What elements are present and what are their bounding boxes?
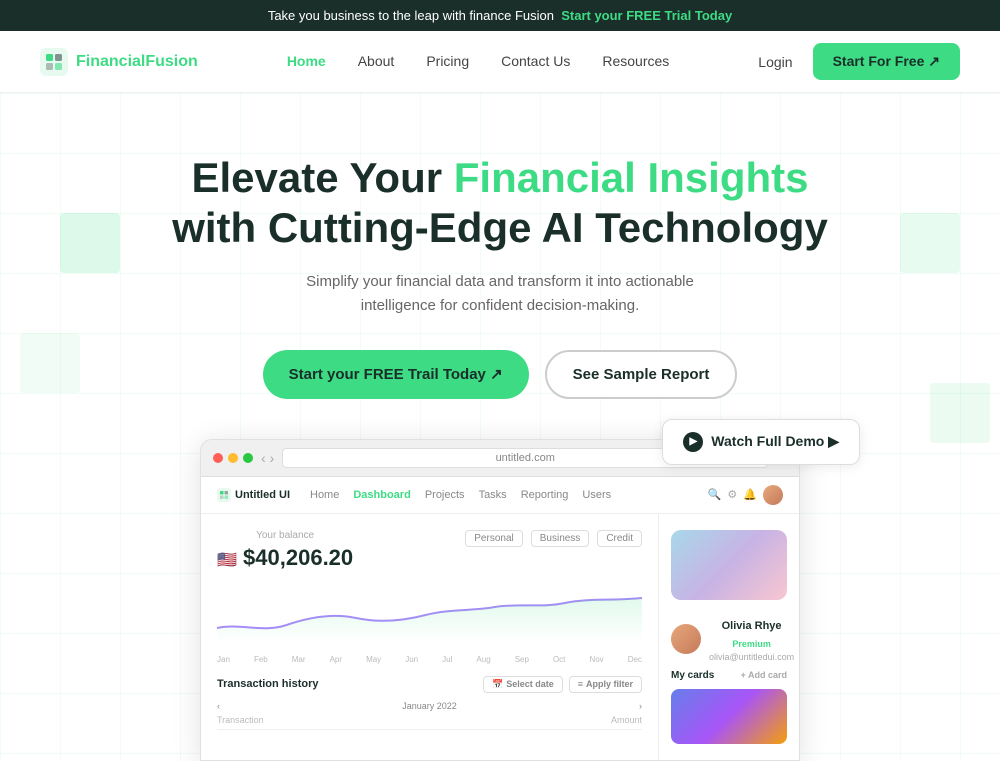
balance-amount: 🇺🇸 $40,206.20: [217, 545, 353, 571]
app-nav-dashboard[interactable]: Dashboard: [353, 489, 410, 501]
settings-icon[interactable]: ⚙: [727, 488, 737, 501]
my-cards-label: My cards: [671, 670, 714, 681]
balance-tabs: Personal Business Credit: [465, 530, 642, 547]
apply-filter-btn[interactable]: ≡ Apply filter: [569, 676, 642, 693]
browser-nav-icons: ‹ ›: [261, 450, 274, 466]
app-nav-tasks[interactable]: Tasks: [479, 489, 507, 501]
logo-icon: [40, 48, 68, 76]
my-cards-header: My cards + Add card: [671, 670, 787, 681]
calendar-icon: 📅: [492, 679, 503, 690]
search-icon[interactable]: 🔍: [708, 488, 722, 501]
dashboard-left-panel: Your balance 🇺🇸 $40,206.20 Personal Busi…: [201, 514, 659, 760]
browser-mock: ‹ › untitled.com ↻: [200, 439, 800, 761]
logo-wordmark: FinancialFusion: [76, 53, 198, 71]
top-banner: Take you business to the leap with finan…: [0, 0, 1000, 31]
banner-highlight[interactable]: Start your FREE Trial Today: [561, 8, 732, 23]
transaction-header: Transaction history 📅 Select date ≡ Appl…: [217, 676, 642, 693]
browser-dots: [213, 453, 253, 463]
tab-business[interactable]: Business: [531, 530, 590, 547]
gradient-card-visual: [671, 530, 787, 600]
add-card-button[interactable]: + Add card: [741, 670, 787, 680]
hero-section: Elevate Your Financial Insights with Cut…: [0, 93, 1000, 761]
prev-month-icon[interactable]: ‹: [217, 701, 220, 711]
app-nav-home[interactable]: Home: [310, 489, 339, 501]
app-topbar-icons: 🔍 ⚙ 🔔: [708, 485, 783, 505]
tab-credit[interactable]: Credit: [597, 530, 642, 547]
browser-back-icon: ‹: [261, 450, 266, 466]
dashboard-right-panel: Olivia Rhye Premium olivia@untitledui.co…: [659, 514, 799, 760]
chart-labels: JanFebMarApr MayJunJulAug SepOctNovDec: [217, 655, 642, 664]
dot-yellow: [228, 453, 238, 463]
profile-avatar: [671, 624, 701, 654]
browser-forward-icon: ›: [270, 450, 275, 466]
balance-label: Your balance: [217, 530, 353, 541]
nav-pricing[interactable]: Pricing: [426, 53, 469, 69]
select-date-btn[interactable]: 📅 Select date: [483, 676, 563, 693]
dot-red: [213, 453, 223, 463]
bell-icon[interactable]: 🔔: [743, 488, 757, 501]
app-nav: Home Dashboard Projects Tasks Reporting …: [310, 489, 611, 501]
app-nav-reporting[interactable]: Reporting: [521, 489, 569, 501]
profile-info: Olivia Rhye Premium olivia@untitledui.co…: [709, 616, 794, 662]
cta-secondary-button[interactable]: See Sample Report: [545, 350, 738, 399]
watch-demo-button[interactable]: ▶ Watch Full Demo ▶: [662, 419, 860, 465]
start-free-button[interactable]: Start For Free ↗: [813, 43, 960, 80]
demo-wrapper: ▶ Watch Full Demo ▶ ‹ › untitled.com: [200, 439, 800, 761]
profile-name: Olivia Rhye: [722, 620, 782, 632]
cta-primary-button[interactable]: Start your FREE Trail Today ↗: [263, 350, 529, 399]
login-button[interactable]: Login: [758, 54, 792, 70]
next-month-icon[interactable]: ›: [639, 701, 642, 711]
hero-buttons: Start your FREE Trail Today ↗ See Sample…: [20, 350, 980, 399]
hero-content: Elevate Your Financial Insights with Cut…: [20, 153, 980, 761]
transaction-col-headers: Transaction Amount: [217, 715, 642, 730]
col-transaction: Transaction: [217, 715, 264, 725]
card-visual-2: [671, 689, 787, 744]
nav-resources[interactable]: Resources: [602, 53, 669, 69]
nav-contact[interactable]: Contact Us: [501, 53, 570, 69]
app-logo-small: Untitled UI: [217, 488, 290, 502]
profile-badge: Premium: [732, 639, 771, 649]
logo: FinancialFusion: [40, 48, 198, 76]
dashboard-body: Your balance 🇺🇸 $40,206.20 Personal Busi…: [201, 514, 799, 760]
nav-actions: Login Start For Free ↗: [758, 43, 960, 80]
nav-home[interactable]: Home: [287, 53, 326, 69]
app-bar: Untitled UI Home Dashboard Projects Task…: [201, 477, 799, 514]
transaction-controls: 📅 Select date ≡ Apply filter: [483, 676, 642, 693]
current-month: January 2022: [402, 701, 457, 711]
hero-subtitle: Simplify your financial data and transfo…: [290, 270, 710, 318]
tab-personal[interactable]: Personal: [465, 530, 522, 547]
play-icon: ▶: [683, 432, 703, 452]
navbar: FinancialFusion Home About Pricing Conta…: [0, 31, 1000, 93]
nav-links: Home About Pricing Contact Us Resources: [287, 53, 669, 71]
hero-heading: Elevate Your Financial Insights with Cut…: [20, 153, 980, 254]
nav-about[interactable]: About: [358, 53, 395, 69]
filter-icon: ≡: [578, 679, 583, 689]
banner-text: Take you business to the leap with finan…: [268, 8, 554, 23]
app-logo-icon: [217, 488, 231, 502]
balance-chart: [217, 583, 642, 643]
dot-green: [243, 453, 253, 463]
app-nav-users[interactable]: Users: [582, 489, 611, 501]
col-amount: Amount: [611, 715, 642, 725]
app-nav-projects[interactable]: Projects: [425, 489, 465, 501]
user-avatar-small[interactable]: [763, 485, 783, 505]
date-nav: ‹ January 2022 ›: [217, 701, 642, 711]
profile-email: olivia@untitledui.com: [709, 652, 794, 662]
profile-area: Olivia Rhye Premium olivia@untitledui.co…: [671, 616, 787, 662]
